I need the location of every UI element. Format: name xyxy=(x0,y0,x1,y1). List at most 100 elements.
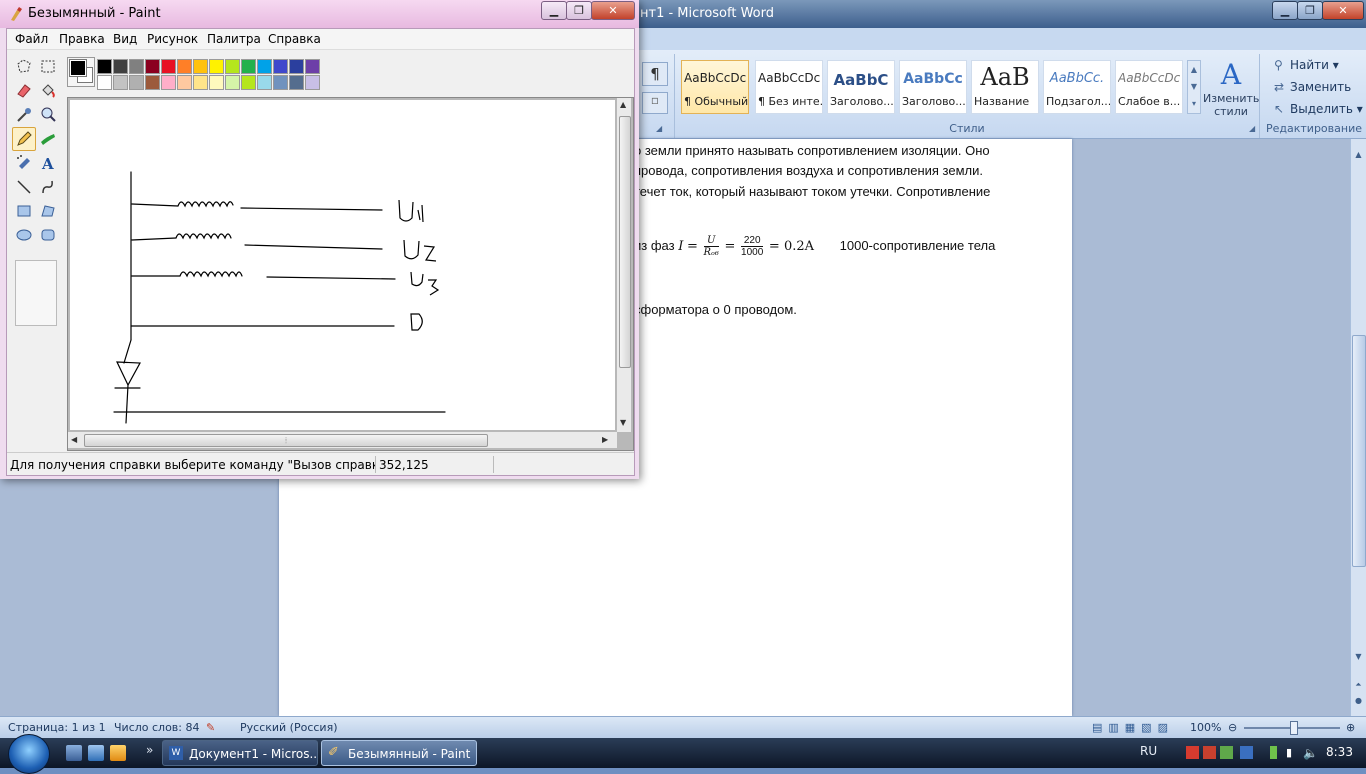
paint-close-button[interactable]: ✕ xyxy=(591,1,635,20)
ellipse-tool-icon[interactable] xyxy=(12,223,36,247)
show-formatting-button[interactable]: ¶ xyxy=(642,62,668,86)
find-button[interactable]: ⚲ Найти ▾ xyxy=(1274,58,1339,72)
fill-bucket-icon[interactable] xyxy=(36,79,60,103)
page-count[interactable]: Страница: 1 из 1 xyxy=(8,721,106,734)
color-swatch[interactable] xyxy=(113,75,128,90)
paint-minimize-button[interactable]: ▁ xyxy=(541,1,567,20)
color-swatch[interactable] xyxy=(193,59,208,74)
paint-maximize-button[interactable]: ❐ xyxy=(566,1,592,20)
taskbar-paint-button[interactable]: ✐ Безымянный - Paint xyxy=(321,740,477,766)
color-swatch[interactable] xyxy=(161,59,176,74)
color-swatch[interactable] xyxy=(129,59,144,74)
quicklaunch-more-icon[interactable]: » xyxy=(146,743,153,757)
drawing-canvas[interactable] xyxy=(70,100,615,430)
previous-page-icon[interactable]: ⏶ xyxy=(1352,679,1365,691)
color-swatch[interactable] xyxy=(161,75,176,90)
magnifier-icon[interactable] xyxy=(36,103,60,127)
volume-icon[interactable]: 🔈 xyxy=(1303,746,1318,760)
tray-app-icon[interactable] xyxy=(1186,746,1199,759)
menu-image[interactable]: Рисунок xyxy=(147,32,198,46)
color-swatch[interactable] xyxy=(113,59,128,74)
scrollbar-thumb[interactable]: ⦙ xyxy=(84,434,488,447)
style-subtitle[interactable]: AaBbCc. Подзагол... xyxy=(1043,60,1111,114)
scroll-down-icon[interactable]: ▼ xyxy=(1352,651,1365,663)
zoom-out-icon[interactable]: ⊖ xyxy=(1228,721,1237,734)
style-normal[interactable]: AaBbCcDc ¶ Обычный xyxy=(681,60,749,114)
color-swatch[interactable] xyxy=(225,59,240,74)
color-picker-icon[interactable] xyxy=(12,103,36,127)
view-buttons[interactable]: ▤▥▦▧▨ xyxy=(1092,721,1174,734)
scroll-up-icon[interactable]: ▲ xyxy=(620,100,626,109)
rect-select-icon[interactable] xyxy=(36,55,60,79)
switch-windows-icon[interactable] xyxy=(88,745,104,761)
color-swatch[interactable] xyxy=(241,59,256,74)
menu-help[interactable]: Справка xyxy=(268,32,321,46)
rounded-rect-tool-icon[interactable] xyxy=(36,223,60,247)
color-swatch[interactable] xyxy=(273,59,288,74)
color-swatch[interactable] xyxy=(241,75,256,90)
color-swatch[interactable] xyxy=(273,75,288,90)
style-title[interactable]: AaB Название xyxy=(971,60,1039,114)
replace-button[interactable]: ⇄ Заменить xyxy=(1274,80,1351,94)
language-indicator[interactable]: Русский (Россия) xyxy=(240,721,338,734)
word-close-button[interactable]: ✕ xyxy=(1322,1,1364,20)
scrollbar-thumb[interactable] xyxy=(1352,335,1366,567)
paragraph-dialog-launcher-icon[interactable]: ◢ xyxy=(656,124,668,134)
start-button[interactable] xyxy=(8,734,50,774)
menu-file[interactable]: Файл xyxy=(15,32,48,46)
color-swatch[interactable] xyxy=(97,59,112,74)
color-swatch[interactable] xyxy=(257,59,272,74)
tool-options-box[interactable] xyxy=(15,260,57,326)
canvas-vertical-scrollbar[interactable]: ▲ ▼ xyxy=(617,98,631,432)
language-indicator-tray[interactable]: RU xyxy=(1140,744,1157,758)
color-swatch[interactable] xyxy=(145,59,160,74)
zoom-level[interactable]: 100% xyxy=(1190,721,1221,734)
pencil-icon[interactable] xyxy=(12,127,36,151)
battery-icon[interactable] xyxy=(1270,746,1277,759)
color-swatch[interactable] xyxy=(97,75,112,90)
brush-icon[interactable] xyxy=(36,127,60,151)
color-swatch[interactable] xyxy=(209,59,224,74)
tray-app-icon[interactable] xyxy=(1220,746,1233,759)
text-tool-icon[interactable]: A xyxy=(36,151,60,175)
color-swatch[interactable] xyxy=(209,75,224,90)
curve-tool-icon[interactable] xyxy=(36,175,60,199)
canvas-horizontal-scrollbar[interactable]: ◀ ⦙ ▶ xyxy=(68,432,617,448)
menu-palette[interactable]: Палитра xyxy=(207,32,261,46)
free-select-icon[interactable] xyxy=(12,55,36,79)
scroll-up-icon[interactable]: ▲ xyxy=(1352,149,1365,161)
color-swatch[interactable] xyxy=(305,59,320,74)
borders-button[interactable]: ▫ xyxy=(642,92,668,114)
show-desktop-icon[interactable] xyxy=(66,745,82,761)
color-swatch[interactable] xyxy=(305,75,320,90)
color-swatch[interactable] xyxy=(177,75,192,90)
color-swatch[interactable] xyxy=(289,59,304,74)
scroll-left-icon[interactable]: ◀ xyxy=(71,435,77,444)
network-icon[interactable]: ▮ xyxy=(1286,746,1299,759)
style-no-spacing[interactable]: AaBbCcDc ¶ Без инте... xyxy=(755,60,823,114)
color-swatch[interactable] xyxy=(225,75,240,90)
word-maximize-button[interactable]: ❐ xyxy=(1297,1,1323,20)
style-heading-1[interactable]: AaBbC Заголово... xyxy=(827,60,895,114)
styles-gallery-scroll[interactable]: ▲ ▼ ▾ xyxy=(1187,60,1201,114)
media-player-icon[interactable] xyxy=(110,745,126,761)
word-minimize-button[interactable]: ▁ xyxy=(1272,1,1298,20)
paint-titlebar[interactable]: Безымянный - Paint ▁ ❐ ✕ xyxy=(0,0,639,28)
color-swatch[interactable] xyxy=(193,75,208,90)
spelling-icon[interactable]: ✎ xyxy=(206,721,215,734)
color-swatch[interactable] xyxy=(289,75,304,90)
line-tool-icon[interactable] xyxy=(12,175,36,199)
menu-view[interactable]: Вид xyxy=(113,32,137,46)
color-swatch[interactable] xyxy=(145,75,160,90)
color-swatch[interactable] xyxy=(177,59,192,74)
browse-object-icon[interactable]: ● xyxy=(1352,695,1365,707)
scroll-right-icon[interactable]: ▶ xyxy=(602,435,608,444)
word-count[interactable]: Число слов: 84 xyxy=(114,721,200,734)
scroll-down-icon[interactable]: ▼ xyxy=(620,418,626,427)
eraser-icon[interactable] xyxy=(12,79,36,103)
airbrush-icon[interactable] xyxy=(12,151,36,175)
style-heading-2[interactable]: AaBbCc Заголово... xyxy=(899,60,967,114)
zoom-in-icon[interactable]: ⊕ xyxy=(1346,721,1355,734)
zoom-slider-thumb[interactable] xyxy=(1290,721,1298,735)
color-swatch[interactable] xyxy=(257,75,272,90)
